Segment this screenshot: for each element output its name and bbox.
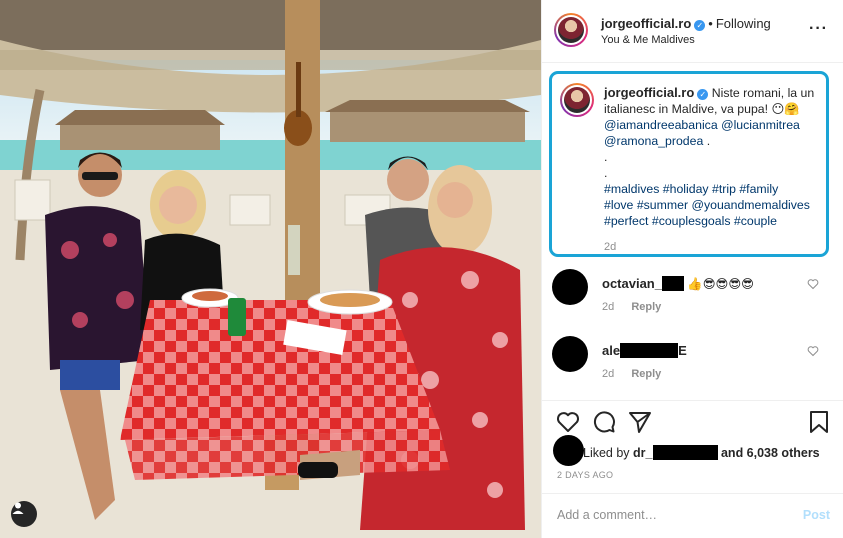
save-bookmark-icon[interactable] [808,410,830,434]
post-comment-button[interactable]: Post [803,508,830,522]
tagged-users-button[interactable] [11,501,37,527]
caption-author-avatar[interactable] [560,83,594,117]
author-avatar[interactable] [554,13,588,47]
more-horizontal-icon[interactable]: ··· [809,20,828,38]
add-comment-input[interactable] [557,508,777,522]
hashtags-line[interactable]: #perfect #couplesgoals #couple [604,213,824,229]
caption-dot: . [604,150,608,164]
verified-icon: ✓ [694,20,706,31]
comment-text: 👍😎😎😎😎 [687,277,754,291]
add-comment-bar: Post [542,493,843,538]
separator-dot: • [708,16,713,31]
caption-highlight: jorgeofficial.ro ✓ Niste romani, la un it… [549,71,829,257]
hashtags-line[interactable]: #love #summer @youandmemaldives [604,197,824,213]
comment-icon[interactable] [592,410,616,434]
like-comment-heart-icon[interactable] [807,345,819,357]
commenter-username[interactable]: ale E [602,343,687,358]
verified-icon: ✓ [697,89,709,100]
caption-dot: . [604,166,608,180]
commenter-username[interactable]: octavian_ [602,276,684,291]
post-photo[interactable] [0,0,541,538]
user-icon [12,502,24,514]
likes-summary[interactable]: Liked by dr_ and 6,038 others [583,445,820,460]
liker-avatar[interactable] [553,435,584,466]
comment-item: ale E 2d Reply [542,336,843,396]
comment-timestamp: 2d [602,301,615,313]
caption-text: jorgeofficial.ro ✓ Niste romani, la un it… [604,85,824,229]
mention-link[interactable]: @iamandreeabanica [604,118,718,132]
post-actions: Liked by dr_ and 6,038 others 2 DAYS AGO… [542,400,843,538]
post-age[interactable]: 2 DAYS AGO [557,470,613,480]
following-button[interactable]: Following [716,16,771,31]
mention-link[interactable]: @lucianmitrea [721,118,800,132]
mention-link[interactable]: @ramona_prodea [604,134,703,148]
comment-item: octavian_ 👍😎😎😎😎 2d Reply [542,269,843,329]
reply-button[interactable]: Reply [631,301,661,313]
author-username[interactable]: jorgeofficial.ro [601,16,691,31]
comment-timestamp: 2d [602,368,615,380]
caption-timestamp: 2d [604,241,617,253]
commenter-avatar[interactable] [552,269,588,305]
post-header: jorgeofficial.ro ✓ • Following You & Me Mal… [542,0,843,63]
post-location[interactable]: You & Me Maldives [601,34,771,46]
post-side-panel: jorgeofficial.ro ✓ • Following You & Me Mal… [541,0,843,538]
commenter-avatar[interactable] [552,336,588,372]
like-comment-heart-icon[interactable] [807,278,819,290]
caption-dot: . [706,134,711,148]
caption-author[interactable]: jorgeofficial.ro [604,85,694,100]
like-heart-icon[interactable] [556,410,580,434]
reply-button[interactable]: Reply [631,368,661,380]
share-icon[interactable] [628,410,652,434]
hashtags-line[interactable]: #maldives #holiday #trip #family [604,181,824,197]
post-photo-illustration [0,0,541,538]
